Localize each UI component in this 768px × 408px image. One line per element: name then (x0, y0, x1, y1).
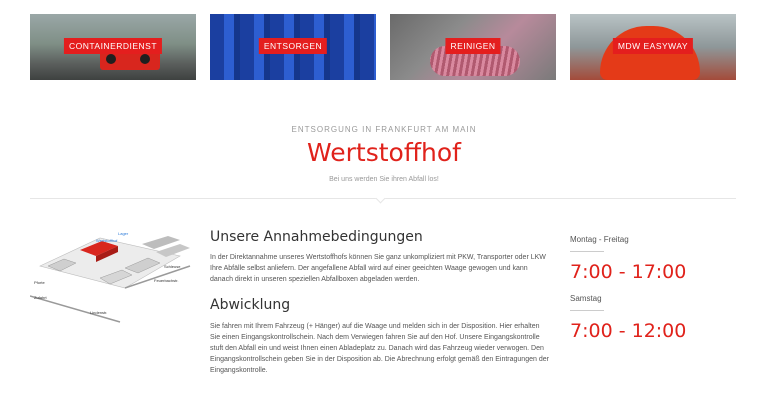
tile-entsorgen[interactable]: ENTSORGEN (210, 14, 376, 80)
section-kicker: ENTSORGUNG IN FRANKFURT AM MAIN (291, 125, 477, 134)
tile-label: ENTSORGEN (258, 38, 328, 54)
abwicklung-heading: Abwicklung (210, 297, 291, 313)
map-label-strasse2: Feuerbachstr. (154, 278, 178, 283)
section-subtitle: Bei uns werden Sie ihren Abfall los! (329, 176, 439, 183)
hours-rule (570, 251, 604, 252)
hours-day-saturday: Samstag (570, 294, 602, 303)
site-map-illustration: Lager Wertstoffhof Schleuse Pforte Zufah… (30, 231, 191, 323)
tile-mdw-easyway[interactable]: MDW EASYWAY (570, 14, 736, 80)
map-label-wertstoffhof: Wertstoffhof (96, 238, 118, 243)
tile-containerdienst[interactable]: CONTAINERDIENST (30, 14, 196, 80)
hours-time-weekdays: 7:00 - 17:00 (570, 261, 687, 283)
tile-label: REINIGEN (445, 38, 501, 54)
hours-rule (570, 310, 604, 311)
annahme-heading: Unsere Annahmebedingungen (210, 229, 423, 245)
hours-time-saturday: 7:00 - 12:00 (570, 320, 687, 342)
map-label-lager: Lager (118, 231, 129, 236)
map-label-strasse1: Lindenstr. (90, 310, 107, 315)
annahme-text: In der Direktannahme unseres Wertstoffho… (210, 254, 546, 283)
page-title: Wertstoffhof (306, 138, 461, 167)
tile-label: CONTAINERDIENST (63, 38, 163, 54)
tile-reinigen[interactable]: REINIGEN (390, 14, 556, 80)
abwicklung-text: Sie fahren mit Ihrem Fahrzeug (+ Hänger)… (210, 323, 549, 374)
hours-day-weekdays: Montag - Freitag (570, 235, 629, 244)
map-label-zufahrt: Zufahrt (34, 295, 48, 300)
tile-label: MDW EASYWAY (612, 38, 694, 54)
map-label-schleuse: Schleuse (164, 264, 181, 269)
divider-notch (375, 193, 386, 204)
map-label-pforte: Pforte (34, 280, 45, 285)
service-tiles: CONTAINERDIENST ENTSORGEN REINIGEN MDW E… (30, 14, 738, 80)
